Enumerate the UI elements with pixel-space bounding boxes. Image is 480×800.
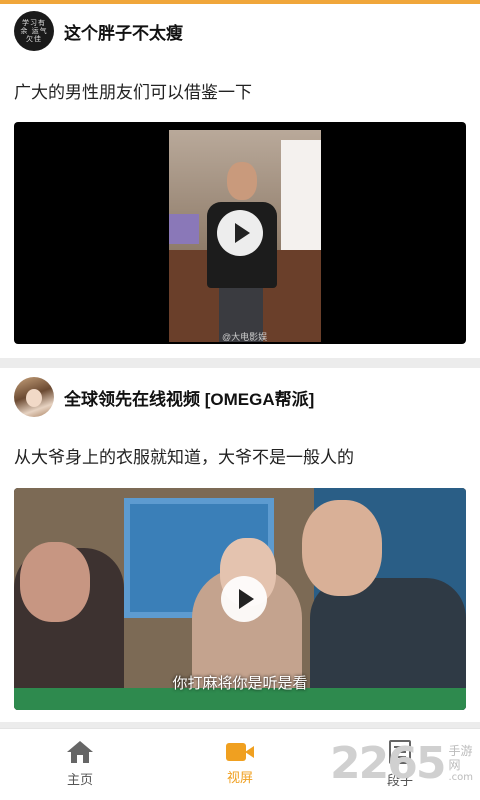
watermark-number: 2265 — [330, 738, 446, 789]
play-icon — [238, 589, 254, 609]
play-icon — [234, 223, 250, 243]
post-header: 全球领先在线视频 [OMEGA帮派] — [0, 372, 480, 422]
tab-video[interactable]: 视屏 — [160, 729, 320, 800]
tab-label: 视屏 — [226, 770, 253, 785]
tab-label: 主页 — [66, 772, 93, 787]
video-player[interactable]: @大电影娱 — [14, 122, 466, 344]
tab-home[interactable]: 主页 — [0, 729, 160, 800]
play-button[interactable] — [221, 576, 267, 622]
play-button[interactable] — [217, 210, 263, 256]
video-camera-icon — [226, 743, 254, 761]
video-subtitle: 你打麻将你是听是看 — [172, 675, 308, 692]
post-header: 学习有余 运气欠佳 这个胖子不太瘦 — [0, 4, 480, 58]
video-player[interactable]: 你打麻将你是听是看 — [14, 488, 466, 710]
avatar[interactable] — [14, 377, 54, 417]
home-icon — [67, 741, 93, 763]
post-divider — [0, 358, 480, 368]
post-title[interactable]: 从大爷身上的衣服就知道，大爷不是一般人的 — [0, 422, 480, 488]
video-feed: 学习有余 运气欠佳 这个胖子不太瘦 广大的男性朋友们可以借鉴一下 @大电影娱 全… — [0, 4, 480, 732]
avatar-calligraphy: 学习有余 运气欠佳 — [20, 19, 48, 43]
author-name[interactable]: 全球领先在线视频 [OMEGA帮派] — [64, 385, 314, 410]
post-title[interactable]: 广大的男性朋友们可以借鉴一下 — [0, 58, 480, 122]
site-watermark: 2265 手游网 .com — [330, 742, 480, 786]
feed-post[interactable]: 全球领先在线视频 [OMEGA帮派] 从大爷身上的衣服就知道，大爷不是一般人的 … — [0, 372, 480, 722]
avatar[interactable]: 学习有余 运气欠佳 — [14, 11, 54, 51]
video-watermark: @大电影娱 — [222, 332, 268, 342]
author-name[interactable]: 这个胖子不太瘦 — [64, 19, 183, 44]
feed-post[interactable]: 学习有余 运气欠佳 这个胖子不太瘦 广大的男性朋友们可以借鉴一下 @大电影娱 — [0, 4, 480, 358]
watermark-text: 手游网 — [448, 744, 473, 772]
watermark-url: .com — [448, 772, 474, 783]
